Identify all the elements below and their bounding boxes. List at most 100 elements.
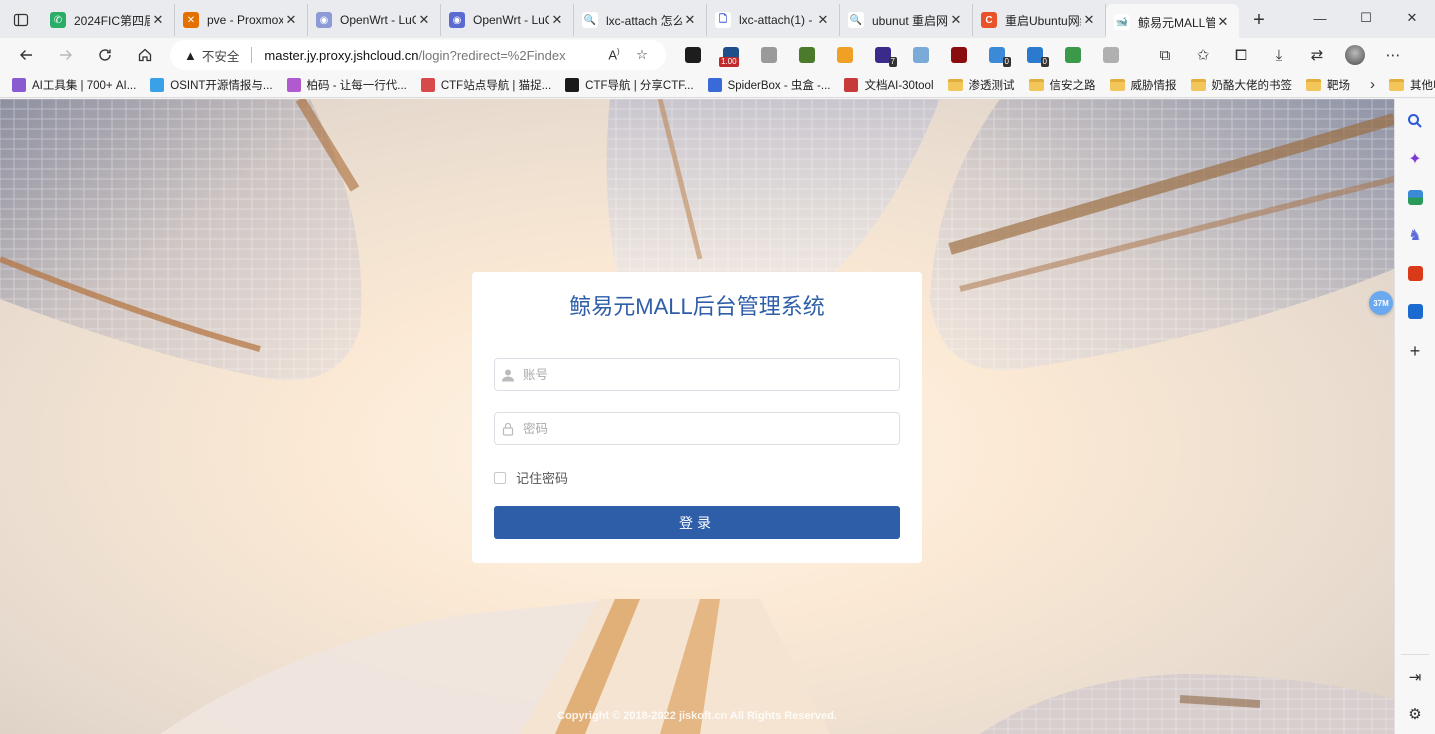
bookmark-item[interactable]: 文档AI-30tool bbox=[844, 77, 934, 93]
downloads-button[interactable]: ⤓ bbox=[1260, 40, 1298, 70]
sidebar-add-button[interactable]: + bbox=[1403, 339, 1427, 363]
close-tab-icon[interactable]: ✕ bbox=[1215, 14, 1231, 30]
security-status[interactable]: 不安全 bbox=[202, 46, 240, 65]
extension-button[interactable] bbox=[750, 40, 788, 70]
bookmark-item[interactable]: CTF站点导航 | 猫捉... bbox=[420, 77, 551, 93]
close-tab-icon[interactable]: ✕ bbox=[283, 12, 299, 28]
close-tab-icon[interactable]: ✕ bbox=[1081, 12, 1097, 28]
sidebar-games-button[interactable]: ♞ bbox=[1403, 223, 1427, 247]
share-button[interactable]: ⇄ bbox=[1298, 40, 1336, 70]
collections-button[interactable]: ⧠ bbox=[1222, 40, 1260, 70]
bookmark-item[interactable]: SpiderBox - 虫盒 -... bbox=[707, 77, 830, 93]
close-tab-icon[interactable]: ✕ bbox=[948, 12, 964, 28]
back-button[interactable] bbox=[8, 40, 44, 70]
bookmark-favicon-icon bbox=[12, 77, 26, 92]
sidebar-tools-button[interactable] bbox=[1403, 185, 1427, 209]
tab-actions-button[interactable] bbox=[0, 0, 42, 40]
floating-memory-badge[interactable]: 37M bbox=[1369, 291, 1393, 315]
browser-tab[interactable]: ✆ 2024FIC第四届 ✕ bbox=[42, 4, 175, 36]
bookmark-item[interactable]: CTF导航 | 分享CTF... bbox=[565, 77, 694, 93]
sidebar-search-button[interactable] bbox=[1403, 109, 1427, 133]
sidebar-office-button[interactable] bbox=[1403, 261, 1427, 285]
extension-button[interactable]: 7 bbox=[864, 40, 902, 70]
close-tab-icon[interactable]: ✕ bbox=[549, 12, 565, 28]
bookmarks-overflow-button[interactable]: › bbox=[1370, 76, 1375, 93]
sidebar-outlook-button[interactable] bbox=[1403, 299, 1427, 323]
warning-icon[interactable]: ▲ bbox=[184, 48, 197, 63]
bookmark-item[interactable]: 柏码 - 让每一行代... bbox=[286, 77, 407, 93]
sidebar-divider bbox=[1401, 654, 1429, 655]
reload-button[interactable] bbox=[87, 40, 123, 70]
add-favorite-icon[interactable]: ☆ bbox=[628, 47, 656, 63]
bookmark-folder[interactable]: 靶场 bbox=[1306, 77, 1350, 93]
password-input[interactable] bbox=[515, 413, 899, 444]
toolbox-icon bbox=[1407, 189, 1423, 205]
globe-extension-icon bbox=[1065, 47, 1081, 63]
other-bookmarks-folder[interactable]: 其他收藏夹 bbox=[1389, 77, 1435, 93]
forward-button[interactable] bbox=[48, 40, 84, 70]
bookmark-folder[interactable]: 渗透测试 bbox=[947, 77, 1015, 93]
extension-button[interactable]: 0 bbox=[1016, 40, 1054, 70]
bookmark-folder[interactable]: 奶酪大佬的书签 bbox=[1190, 77, 1292, 93]
password-field[interactable] bbox=[494, 412, 900, 445]
bookmark-favicon-icon bbox=[150, 77, 165, 92]
extension-button[interactable] bbox=[826, 40, 864, 70]
maximize-button[interactable]: ☐ bbox=[1343, 0, 1389, 36]
bookmark-label: 柏码 - 让每一行代... bbox=[306, 79, 407, 92]
home-button[interactable] bbox=[127, 40, 163, 70]
extension-button[interactable] bbox=[674, 40, 712, 70]
bookmark-item[interactable]: OSINT开源情报与... bbox=[150, 77, 273, 93]
browser-tab[interactable]: 🗋 lxc-attach(1) - ✕ bbox=[707, 4, 840, 36]
sidebar-settings-button[interactable]: ⚙ bbox=[1403, 702, 1427, 726]
browser-tab[interactable]: ◉ OpenWrt - LuC ✕ bbox=[308, 4, 441, 36]
user-icon bbox=[501, 367, 515, 383]
close-tab-icon[interactable]: ✕ bbox=[815, 12, 831, 28]
browser-tab[interactable]: 🔍 ubunut 重启网 ✕ bbox=[840, 4, 973, 36]
bookmark-item[interactable]: AI工具集 | 700+ AI... bbox=[12, 77, 136, 93]
back-arrow-icon bbox=[20, 50, 32, 60]
extensions-button[interactable]: ⧉ bbox=[1146, 40, 1184, 70]
profile-button[interactable] bbox=[1336, 40, 1374, 70]
read-aloud-icon[interactable]: A) bbox=[600, 47, 628, 62]
ublock-extension-icon bbox=[951, 47, 967, 63]
new-tab-button[interactable]: + bbox=[1243, 4, 1275, 36]
login-button[interactable]: 登录 bbox=[494, 506, 900, 539]
browser-tab[interactable]: ◉ OpenWrt - LuC ✕ bbox=[441, 4, 574, 36]
browser-tab[interactable]: 🐋 鲸易元MALL管 ✕ bbox=[1106, 4, 1239, 40]
close-tab-icon[interactable]: ✕ bbox=[416, 12, 432, 28]
close-tab-icon[interactable]: ✕ bbox=[682, 12, 698, 28]
remember-password-checkbox[interactable]: 记住密码 bbox=[494, 468, 568, 487]
checkbox-box[interactable] bbox=[494, 471, 506, 484]
tab-title: OpenWrt - LuC bbox=[340, 13, 416, 27]
extension-button[interactable] bbox=[788, 40, 826, 70]
close-window-button[interactable]: ✕ bbox=[1389, 0, 1435, 36]
address-bar[interactable]: ▲ 不安全 master.jy.proxy.jshcloud.cn/login?… bbox=[170, 40, 666, 70]
puzzle-icon: ⧉ bbox=[1159, 46, 1171, 64]
sidebar-hide-button[interactable]: ⇥ bbox=[1403, 665, 1427, 689]
minimize-button[interactable]: — bbox=[1297, 0, 1343, 36]
bookmark-folder[interactable]: 信安之路 bbox=[1028, 77, 1096, 93]
settings-more-button[interactable]: ⋯ bbox=[1374, 40, 1412, 70]
remember-password-label[interactable]: 记住密码 bbox=[516, 468, 568, 487]
favorites-button[interactable]: ✩ bbox=[1184, 40, 1222, 70]
extension-button[interactable] bbox=[1092, 40, 1130, 70]
username-input[interactable] bbox=[515, 359, 899, 390]
browser-tab[interactable]: ✕ pve - Proxmox ✕ bbox=[175, 4, 308, 36]
bookmark-label: OSINT开源情报与... bbox=[170, 79, 273, 92]
bookmark-folder[interactable]: 威胁情报 bbox=[1109, 77, 1177, 93]
browser-tab[interactable]: C 重启Ubuntu网络✕ bbox=[973, 4, 1106, 36]
extension-button[interactable]: 1.00 bbox=[712, 40, 750, 70]
close-tab-icon[interactable]: ✕ bbox=[150, 12, 166, 28]
search-icon: 🔍 bbox=[582, 12, 598, 28]
extension-button[interactable]: 0 bbox=[978, 40, 1016, 70]
extension-button[interactable] bbox=[940, 40, 978, 70]
extension-button[interactable] bbox=[902, 40, 940, 70]
url-text[interactable]: master.jy.proxy.jshcloud.cn/login?redire… bbox=[264, 48, 600, 63]
extension-button[interactable] bbox=[1054, 40, 1092, 70]
username-field[interactable] bbox=[494, 358, 900, 391]
sidebar-copilot-button[interactable]: ✦ bbox=[1403, 147, 1427, 171]
outlook-icon bbox=[1407, 303, 1423, 319]
share-icon: ⇄ bbox=[1310, 47, 1324, 64]
browser-tab[interactable]: 🔍 lxc-attach 怎么 ✕ bbox=[574, 4, 707, 36]
url-path: /login?redirect=%2Findex bbox=[418, 47, 566, 63]
